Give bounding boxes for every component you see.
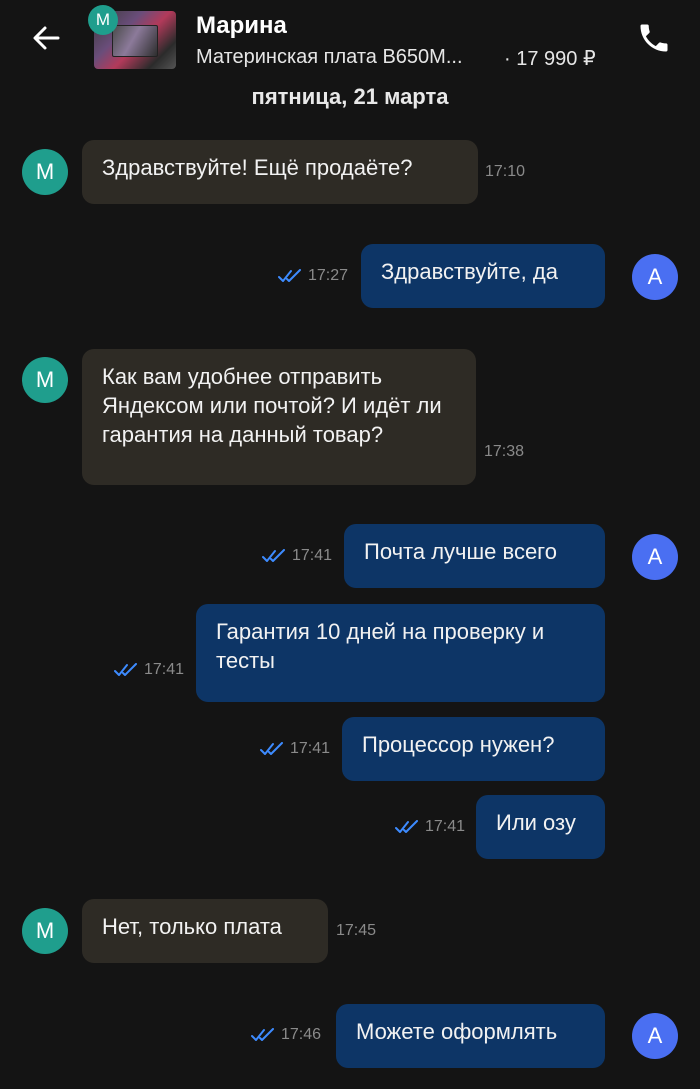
- message-bubble-outgoing[interactable]: Почта лучше всего: [344, 524, 605, 588]
- phone-call-icon[interactable]: [636, 20, 672, 56]
- message-time: 17:27: [308, 267, 349, 284]
- message-status: 17:41: [395, 818, 465, 836]
- message-time: 17:38: [484, 443, 525, 460]
- contact-name[interactable]: Марина: [196, 12, 287, 40]
- product-title[interactable]: Материнская плата B650M...: [196, 46, 463, 69]
- back-arrow-icon[interactable]: [30, 22, 62, 54]
- date-separator: пятница, 21 марта: [251, 84, 449, 109]
- contact-avatar[interactable]: М: [22, 357, 68, 403]
- message-time: 17:10: [485, 163, 526, 180]
- self-avatar: А: [632, 534, 678, 580]
- message-time: 17:46: [281, 1026, 322, 1043]
- contact-avatar[interactable]: М: [22, 908, 68, 954]
- product-price: · 17 990 ₽: [504, 48, 596, 70]
- read-ticks-icon: [251, 1028, 274, 1041]
- contact-avatar[interactable]: М: [22, 149, 68, 195]
- message-time: 17:41: [425, 818, 466, 835]
- message-bubble-incoming[interactable]: Как вам удобнее отправить Яндексом или п…: [82, 349, 476, 485]
- message-bubble-outgoing[interactable]: Или озу: [476, 795, 605, 859]
- message-status: 17:41: [114, 661, 184, 679]
- message-bubble-outgoing[interactable]: Гарантия 10 дней на проверку и тесты: [196, 604, 605, 702]
- read-ticks-icon: [260, 742, 283, 755]
- message-time: 17:41: [144, 661, 185, 678]
- message-time: 17:45: [336, 922, 377, 939]
- message-time: 17:41: [290, 740, 331, 757]
- read-ticks-icon: [278, 269, 301, 282]
- read-ticks-icon: [262, 549, 285, 562]
- message-status: 17:27: [278, 267, 348, 285]
- read-ticks-icon: [395, 820, 418, 833]
- read-ticks-icon: [114, 663, 137, 676]
- message-time: 17:41: [292, 547, 333, 564]
- contact-avatar-badge: М: [88, 5, 118, 35]
- self-avatar: А: [632, 254, 678, 300]
- message-status: 17:41: [262, 547, 332, 565]
- message-status: 17:41: [260, 740, 330, 758]
- message-status: 17:46: [251, 1026, 321, 1044]
- message-bubble-outgoing[interactable]: Процессор нужен?: [342, 717, 605, 781]
- message-bubble-outgoing[interactable]: Можете оформлять: [336, 1004, 605, 1068]
- message-bubble-incoming[interactable]: Здравствуйте! Ещё продаёте?: [82, 140, 478, 204]
- self-avatar: А: [632, 1013, 678, 1059]
- message-bubble-incoming[interactable]: Нет, только плата: [82, 899, 328, 963]
- message-bubble-outgoing[interactable]: Здравствуйте, да: [361, 244, 605, 308]
